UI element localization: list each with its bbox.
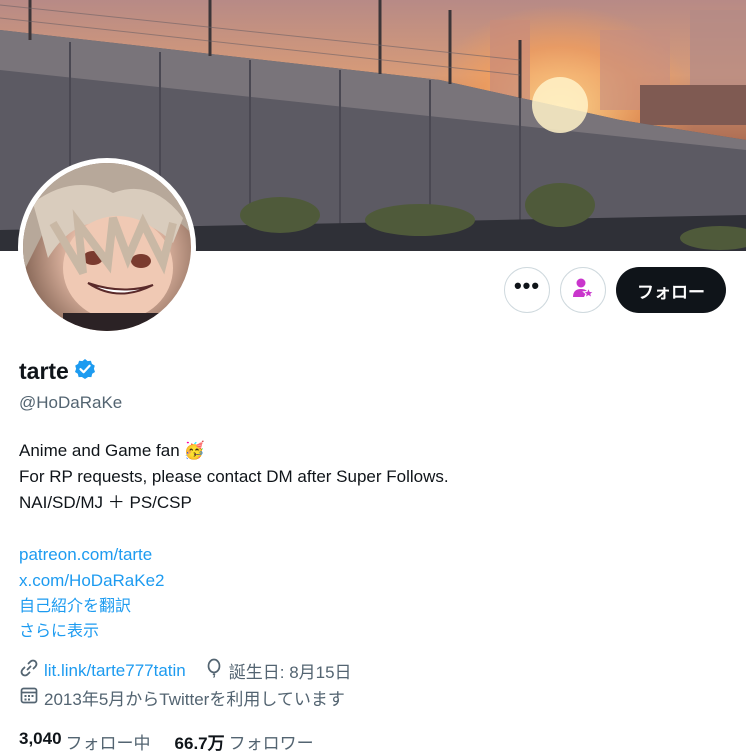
bio-line: For RP requests, please contact DM after… [19,464,449,490]
bio-line-text: For RP requests, please contact DM after… [19,467,449,486]
more-dots-icon: ••• [513,273,541,298]
link-icon [19,658,39,683]
party-emoji-icon: 🥳 [183,441,205,460]
patreon-link[interactable]: patreon.com/tarte [19,542,152,568]
bio-spacer [19,516,449,542]
follow-button[interactable]: フォロー [616,267,726,313]
display-name-row: tarte [19,358,96,385]
joined-text: 2013年5月からTwitterを利用しています [44,690,345,709]
bio-line: NAI/SD/MJ ＋ PS/CSP [19,490,449,516]
website-link[interactable]: lit.link/tarte777tatin [44,661,186,681]
birthday-item: 誕生日: 8月15日 [204,658,352,683]
followers-stat[interactable]: 66.7万 フォロワー [175,729,314,752]
bio-link-row: patreon.com/tarte [19,542,449,568]
avatar-image [23,163,191,331]
following-label: フォロー中 [65,734,151,752]
meta-row: 2013年5月からTwitterを利用しています [19,684,366,711]
birthday-text: 誕生日: 8月15日 [228,663,352,682]
bio-line-text: Anime and Game fan [19,441,180,460]
balloon-icon [204,658,224,683]
super-follow-button[interactable] [560,267,606,313]
show-more-link[interactable]: さらに表示 [19,619,449,644]
super-follow-icon [572,277,595,304]
followers-count: 66.7万 [174,734,225,752]
x-link[interactable]: x.com/HoDaRaKe2 [19,568,165,594]
verified-badge-icon[interactable] [74,358,96,385]
meta-row: lit.link/tarte777tatin 誕生日: 8月15日 [19,657,366,684]
user-handle: @HoDaRaKe [19,393,123,412]
more-options-button[interactable]: ••• [504,267,550,313]
bio-line-text: NAI/SD/MJ ＋ PS/CSP [19,493,192,512]
profile-actions: ••• フォロー [504,267,726,313]
profile-bio: Anime and Game fan 🥳 For RP requests, pl… [19,438,449,644]
profile-avatar[interactable] [18,158,196,336]
website-item: lit.link/tarte777tatin [19,658,186,683]
bio-link-row: x.com/HoDaRaKe2 [19,568,449,594]
profile-meta: lit.link/tarte777tatin 誕生日: 8月15日 2013年5… [19,657,366,711]
display-name: tarte [19,358,69,384]
calendar-icon [19,685,39,710]
following-stat[interactable]: 3,040 フォロー中 [19,729,151,752]
following-count: 3,040 [19,729,62,748]
bio-line: Anime and Game fan 🥳 [19,438,449,464]
follow-stats: 3,040 フォロー中 66.7万 フォロワー [19,729,314,752]
joined-item: 2013年5月からTwitterを利用しています [19,685,345,710]
followers-label: フォロワー [228,734,314,752]
translate-bio-link[interactable]: 自己紹介を翻訳 [19,594,449,619]
